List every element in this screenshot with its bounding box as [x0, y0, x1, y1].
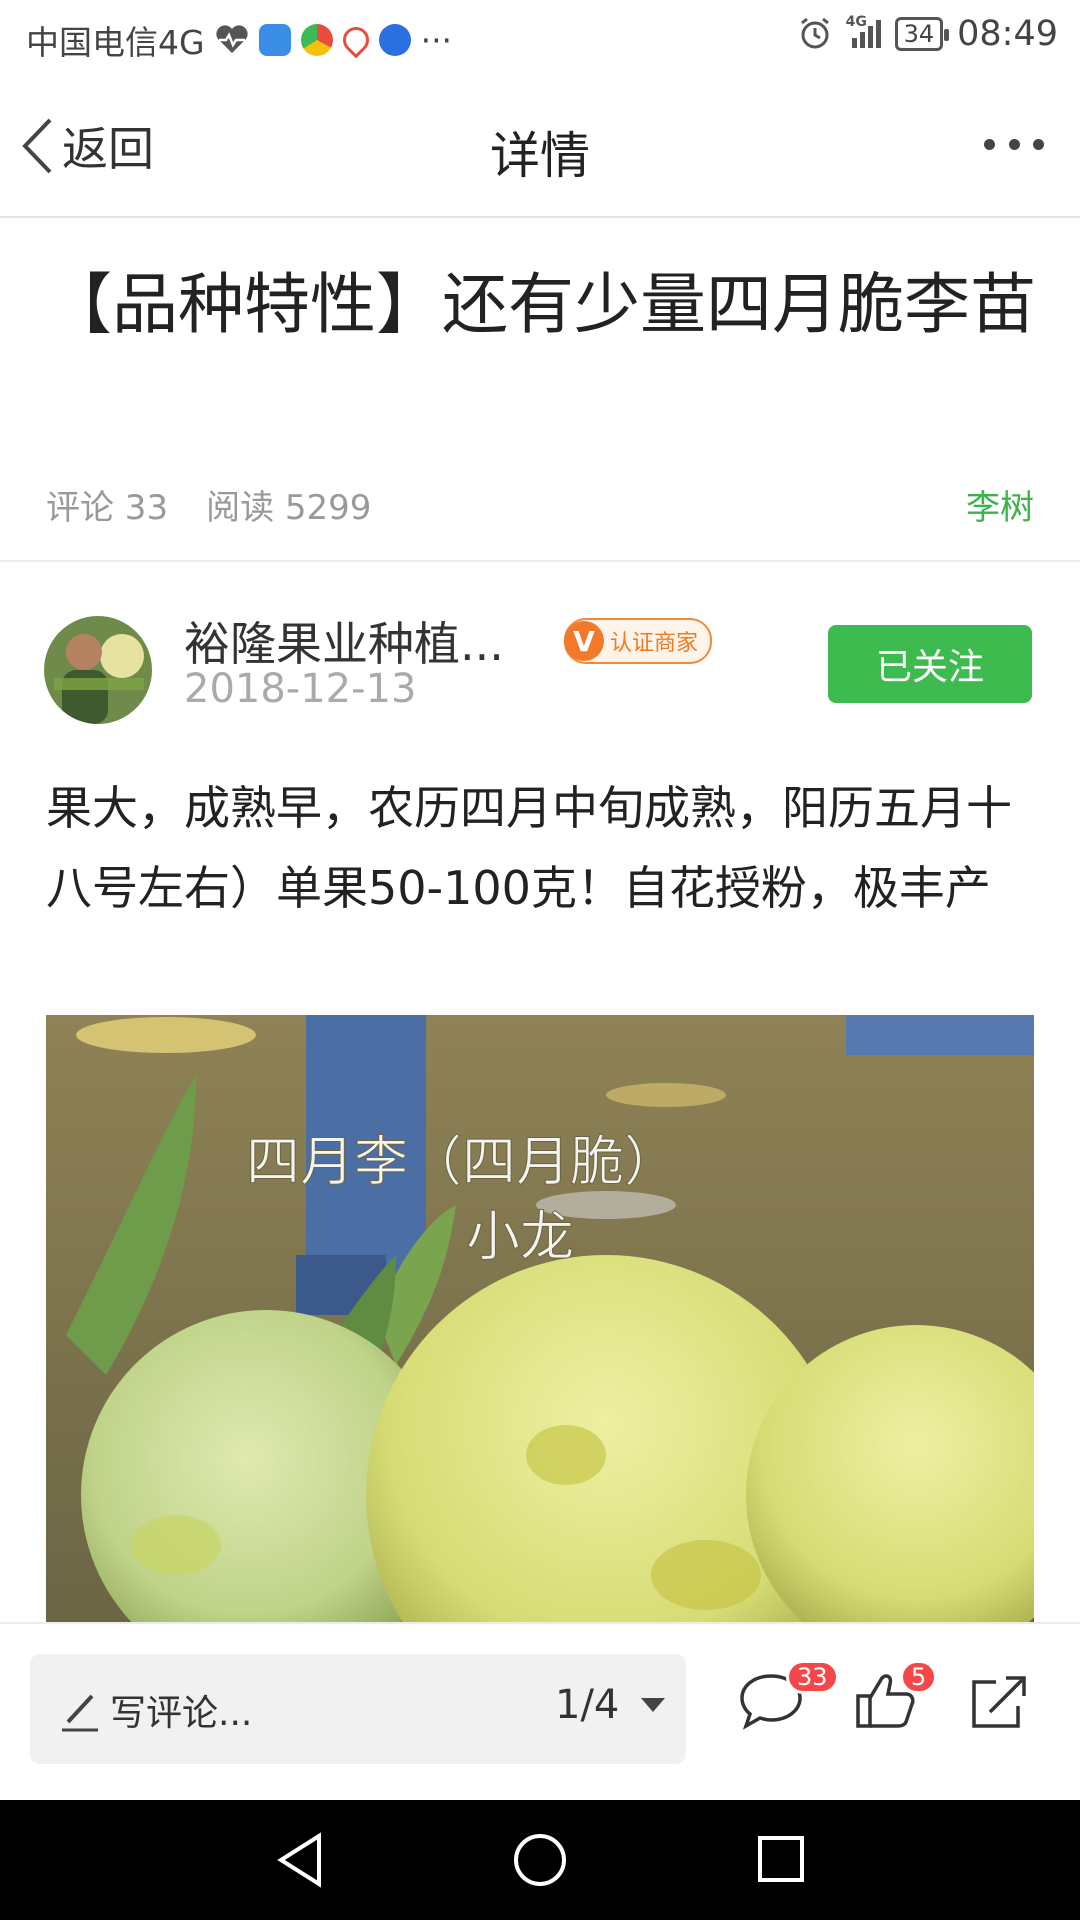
image-overlay-line2: 小龙 [466, 1205, 574, 1268]
share-button[interactable] [966, 1670, 1042, 1746]
avatar-image [44, 616, 152, 724]
plum-photo: 四月李（四月脆） 小龙 [46, 1015, 1034, 1625]
status-bar: 中国电信4G ··· 4G 34 08:49 [0, 0, 1080, 74]
image-overlay-line1: 四月李（四月脆） [246, 1130, 678, 1193]
pencil-icon [62, 1694, 98, 1732]
follow-button[interactable]: 已关注 [828, 625, 1032, 703]
overflow-dots: ··· [420, 20, 453, 60]
more-options-button[interactable] [984, 124, 1044, 164]
article-image[interactable]: 四月李（四月脆） 小龙 [46, 1015, 1034, 1625]
battery-icon: 34 [894, 17, 949, 51]
divider [0, 560, 1080, 562]
baidu-app-icon [378, 24, 411, 56]
system-nav-bar [0, 1800, 1080, 1920]
category-tag[interactable]: 李树 [966, 480, 1034, 529]
verified-v-icon: V [564, 621, 604, 661]
page-title: 详情 [490, 127, 590, 185]
share-icon [972, 1676, 1026, 1728]
page-indicator: 1/4 [555, 1682, 620, 1728]
map-app-icon [337, 21, 374, 59]
signal-icon: 4G [846, 14, 881, 48]
post-date: 2018-12-13 [184, 666, 417, 712]
more-dot-icon [984, 138, 995, 150]
status-bar-right: 4G 34 08:49 [798, 14, 1058, 54]
comment-placeholder: 写评论... [110, 1693, 253, 1734]
status-bar-left: 中国电信4G ··· [26, 16, 452, 64]
more-dot-icon [1008, 138, 1020, 150]
comment-input[interactable]: 写评论... 1/4 [30, 1654, 686, 1764]
article-title: 【品种特性】还有少量四月脆李苗 [46, 266, 1036, 343]
battery-level: 34 [903, 20, 935, 48]
comment-count-badge: 33 [786, 1660, 839, 1694]
bottom-action-bar: 写评论... 1/4 33 5 [0, 1622, 1080, 1802]
clock: 08:49 [957, 14, 1058, 54]
more-dot-icon [1033, 138, 1044, 150]
avatar[interactable] [44, 616, 152, 724]
caret-down-icon[interactable] [641, 1698, 665, 1712]
shield-app-icon [258, 24, 291, 56]
nav-recents-icon[interactable] [756, 1834, 806, 1884]
carrier-label: 中国电信4G [26, 23, 205, 62]
nav-home-icon[interactable] [512, 1832, 568, 1888]
article-body: 果大，成熟早，农历四月中旬成熟，阳历五月十八号左右）单果50-100克！自花授粉… [46, 781, 1012, 915]
network-type-label: 4G [845, 14, 867, 30]
comment-count-label: 评论 33 [46, 488, 169, 528]
nav-back-icon[interactable] [275, 1832, 325, 1888]
author-name[interactable]: 裕隆果业种植... [184, 608, 504, 674]
read-count-label: 阅读 5299 [206, 488, 372, 528]
nav-bar: 返回 详情 [0, 74, 1080, 218]
alarm-icon [800, 17, 829, 49]
article-meta: 评论 33 阅读 5299 [46, 480, 371, 529]
browser-app-icon [300, 24, 333, 56]
badge-label: 认证商家 [610, 631, 699, 656]
like-count-badge: 5 [900, 1660, 938, 1694]
verified-merchant-badge: V 认证商家 [564, 618, 713, 664]
heart-pulse-icon [215, 25, 248, 53]
